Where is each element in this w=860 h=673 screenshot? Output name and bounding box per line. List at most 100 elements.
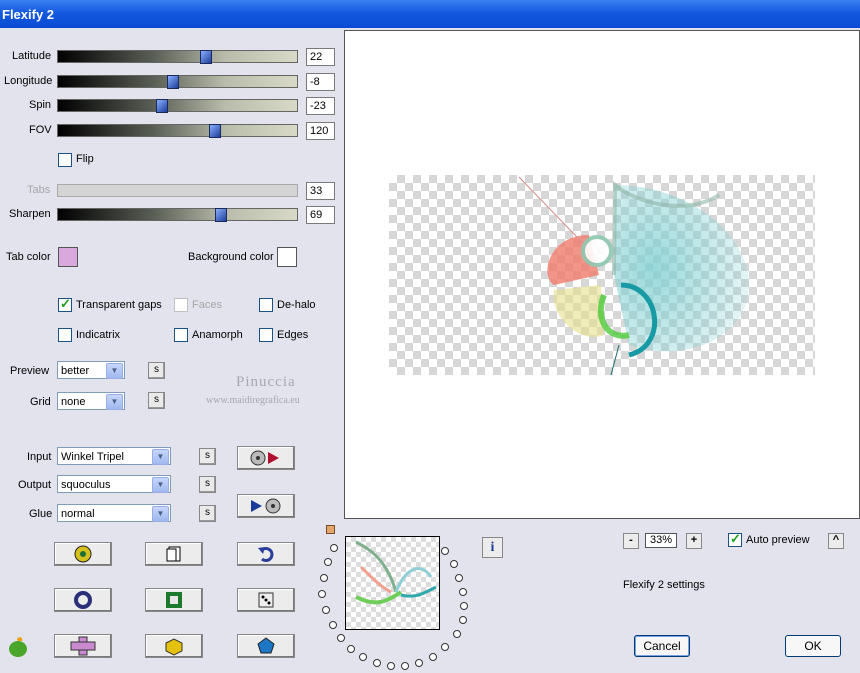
- zoom-out-button[interactable]: -: [623, 533, 639, 549]
- tabs-slider: [57, 184, 298, 197]
- glue-s-button[interactable]: s: [199, 505, 216, 522]
- frame-button[interactable]: [145, 588, 203, 612]
- flip-checkbox[interactable]: [58, 153, 72, 167]
- preview-s-button[interactable]: s: [148, 362, 165, 379]
- transparency-checkerboard: [389, 175, 815, 376]
- navigator-dot: [441, 643, 449, 651]
- cancel-button[interactable]: Cancel: [634, 635, 690, 657]
- latitude-thumb[interactable]: [200, 50, 212, 64]
- glue-select-value: normal: [61, 508, 95, 520]
- cross-grid-icon: [70, 636, 96, 656]
- navigator-dot: [373, 659, 381, 667]
- navigator-dot: [322, 606, 330, 614]
- ring-button[interactable]: [54, 588, 112, 612]
- grid-select[interactable]: none ▼: [57, 392, 125, 410]
- tab-color-label: Tab color: [6, 251, 51, 263]
- tabs-value[interactable]: 33: [306, 182, 335, 200]
- de-halo-checkbox[interactable]: [259, 298, 273, 312]
- longitude-slider[interactable]: [57, 75, 298, 89]
- output-label: Output: [18, 479, 52, 491]
- flip-label: Flip: [76, 153, 94, 165]
- undo-arrow-icon: [258, 547, 274, 562]
- fov-label: FOV: [29, 124, 52, 136]
- faces-label: Faces: [192, 299, 222, 311]
- transparent-gaps-checkbox[interactable]: ✓: [58, 296, 72, 312]
- longitude-value[interactable]: -8: [306, 73, 335, 91]
- grid-s-button[interactable]: s: [148, 392, 165, 409]
- fov-thumb[interactable]: [209, 124, 221, 138]
- navigator-dot: [347, 645, 355, 653]
- latitude-value[interactable]: 22: [306, 48, 335, 66]
- longitude-thumb[interactable]: [167, 75, 179, 89]
- chevron-down-icon[interactable]: ▼: [152, 477, 169, 493]
- cube-icon: [165, 638, 183, 656]
- navigator-dot: [401, 662, 409, 670]
- preview-label: Preview: [10, 365, 50, 377]
- glue-label: Glue: [29, 508, 53, 520]
- latitude-slider[interactable]: [57, 50, 298, 64]
- navigator-dot: [324, 558, 332, 566]
- latitude-label: Latitude: [12, 50, 52, 62]
- faces-checkbox: [174, 298, 188, 312]
- sharpen-value[interactable]: 69: [306, 206, 335, 224]
- navigator-handle[interactable]: [326, 525, 335, 534]
- cube-button[interactable]: [145, 634, 203, 658]
- output-select[interactable]: squoculus ▼: [57, 475, 171, 493]
- title-bar: Flexify 2: [0, 0, 860, 28]
- undo-button[interactable]: [237, 542, 295, 566]
- preview-select[interactable]: better ▼: [57, 361, 125, 379]
- input-s-button[interactable]: s: [199, 448, 216, 465]
- to-input-button[interactable]: [237, 494, 295, 518]
- anamorph-label: Anamorph: [192, 329, 243, 341]
- auto-preview-checkbox[interactable]: ✓: [728, 531, 742, 547]
- spin-thumb[interactable]: [156, 99, 168, 113]
- polyhedron-button[interactable]: [237, 634, 295, 658]
- copy-button[interactable]: [145, 542, 203, 566]
- chevron-down-icon[interactable]: ▼: [152, 506, 169, 522]
- collapse-up-button[interactable]: ^: [828, 533, 844, 549]
- preview-canvas[interactable]: [344, 30, 860, 519]
- randomize-button[interactable]: [54, 542, 112, 566]
- spin-value[interactable]: -23: [306, 97, 335, 115]
- fov-slider[interactable]: [57, 124, 298, 138]
- settings-label: Flexify 2 settings: [623, 579, 705, 591]
- chevron-down-icon[interactable]: ▼: [152, 449, 169, 465]
- arrow-to-disc-icon: [251, 498, 281, 514]
- window-title: Flexify 2: [2, 7, 55, 22]
- tab-color-swatch[interactable]: [58, 247, 78, 267]
- to-output-button[interactable]: [237, 446, 295, 470]
- checkmark-icon: ✓: [730, 531, 741, 546]
- navigator-dot: [459, 588, 467, 596]
- spin-slider[interactable]: [57, 99, 298, 113]
- input-label: Input: [27, 451, 52, 463]
- background-color-swatch[interactable]: [277, 247, 297, 267]
- sharpen-thumb[interactable]: [215, 208, 227, 222]
- navigator-dot: [453, 630, 461, 638]
- anamorph-checkbox[interactable]: [174, 328, 188, 342]
- cross-button[interactable]: [54, 634, 112, 658]
- info-button[interactable]: i: [482, 537, 503, 558]
- random-dice-button[interactable]: [237, 588, 295, 612]
- fov-value[interactable]: 120: [306, 122, 335, 140]
- ok-button[interactable]: OK: [785, 635, 841, 657]
- chevron-down-icon[interactable]: ▼: [106, 394, 123, 410]
- navigator-dot: [460, 602, 468, 610]
- zoom-in-button[interactable]: +: [686, 533, 702, 549]
- navigator-thumbnail[interactable]: [345, 536, 440, 630]
- transparent-gaps-label: Transparent gaps: [76, 299, 162, 311]
- pages-icon: [166, 546, 181, 562]
- longitude-label: Longitude: [4, 75, 53, 87]
- chevron-down-icon[interactable]: ▼: [106, 363, 123, 379]
- navigator-dot: [450, 560, 458, 568]
- indicatrix-checkbox[interactable]: [58, 328, 72, 342]
- input-select[interactable]: Winkel Tripel ▼: [57, 447, 171, 465]
- grid-label: Grid: [30, 396, 51, 408]
- glue-select[interactable]: normal ▼: [57, 504, 171, 522]
- navigator-dot: [415, 659, 423, 667]
- navigator-dot: [455, 574, 463, 582]
- edges-checkbox[interactable]: [259, 328, 273, 342]
- navigator-dot: [429, 653, 437, 661]
- sharpen-slider[interactable]: [57, 208, 298, 222]
- output-s-button[interactable]: s: [199, 476, 216, 493]
- watermark-site: www.maidiregrafica.eu: [206, 395, 300, 406]
